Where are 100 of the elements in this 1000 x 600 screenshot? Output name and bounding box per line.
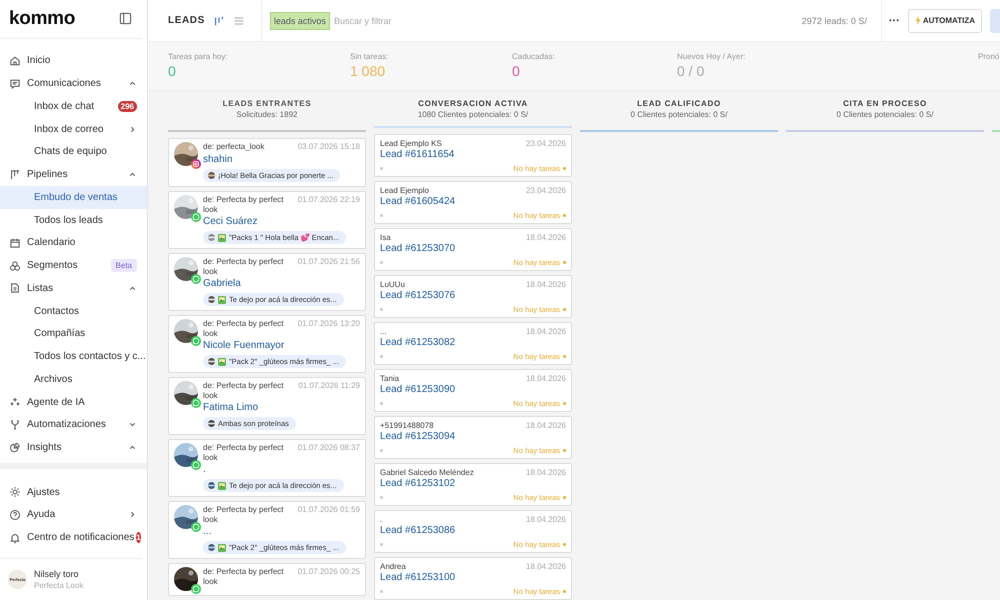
tag-dot-icon [380, 167, 383, 170]
lead-link[interactable]: Lead #61253090 [380, 384, 566, 396]
contact-name: Andrea [380, 562, 406, 572]
contact-name: +51991488078 [380, 421, 434, 430]
stat-value: 0 [168, 63, 177, 79]
status-dot-icon [563, 214, 566, 217]
nav-item[interactable]: Ajustes [0, 480, 147, 504]
card-date: 18.04.2026 [526, 374, 566, 384]
card-date: 03.07.2026 15:18 [298, 142, 360, 152]
column-summary: Solicitudes: 1892 [236, 110, 298, 119]
contact-name-link[interactable]: . [203, 464, 360, 476]
document-icon [9, 282, 21, 294]
help-icon [9, 508, 21, 521]
whatsapp-icon [191, 336, 201, 346]
contact-name: Isa [380, 233, 391, 242]
count-badge: 1 [136, 532, 141, 544]
lead-link[interactable]: Lead #61253082 [380, 337, 566, 349]
nav-item[interactable]: Chats de equipo [0, 140, 147, 164]
nav-item[interactable]: Contactos [0, 300, 147, 323]
nav-item[interactable]: Inicio [0, 50, 147, 72]
status-dot-icon [563, 355, 566, 358]
lead-link[interactable]: Lead #61611654 [380, 149, 566, 161]
whatsapp-icon [191, 460, 201, 470]
nav-item[interactable]: Inbox de chat 296 [0, 95, 147, 118]
lightning-icon [914, 16, 921, 25]
status-dot-icon [563, 261, 566, 264]
nav-item[interactable]: Pipelines [0, 163, 147, 186]
calendar-icon [9, 236, 21, 249]
contact-name: Lead Ejemplo [380, 186, 429, 196]
bell-icon [9, 532, 21, 544]
nav-item[interactable]: Inbox de correo [0, 118, 147, 141]
contact-name: ... [380, 327, 387, 336]
chevron-icon[interactable] [128, 510, 137, 520]
thumbnail-icon [208, 296, 215, 303]
lead-link[interactable]: Lead #61253094 [380, 431, 566, 443]
card-date: 18.04.2026 [526, 280, 566, 290]
card-date: 01.07.2026 22:19 [298, 195, 360, 205]
lead-card[interactable]: de: Perfecta by perfect look 01.07.2026 00:25 [168, 563, 366, 596]
stat-value: 1 080 [350, 63, 386, 79]
contact-name-link[interactable]: Nicole Fuenmayor [203, 340, 360, 352]
nav-item[interactable]: Embudo de ventas [0, 186, 147, 209]
nav-item[interactable]: Listas [0, 277, 147, 300]
stat-label: Tareas para hoy: [168, 52, 228, 61]
contact-name-link[interactable]: Gabriela [203, 278, 360, 290]
search-field[interactable]: Buscar y filtrar [334, 16, 454, 26]
stat-value: 0 [512, 63, 521, 79]
column-summary: 1080 Clientes potenciales: 0 S/ [418, 110, 528, 119]
nav-item[interactable]: Calendario [0, 232, 147, 254]
filter-chip[interactable]: leads activos [270, 12, 330, 30]
tag-dot-icon [380, 543, 383, 546]
status-dot-icon [563, 449, 566, 452]
nav-item[interactable]: Insights [0, 436, 147, 460]
tag-dot-icon [380, 214, 383, 217]
nav-item[interactable]: Agente de IA [0, 390, 147, 414]
card-date: 18.04.2026 [526, 421, 566, 431]
stat-label: Pronó [978, 52, 1000, 61]
tag-dot-icon [380, 590, 383, 593]
contact-name-link[interactable]: Ceci Suárez [203, 216, 360, 228]
board-icon [9, 168, 21, 181]
contact-name-link[interactable]: shahin [203, 154, 360, 166]
contact-name: Lead Ejemplo KS [380, 139, 442, 148]
card-date: 18.04.2026 [526, 468, 566, 478]
column-summary: 0 Clientes potenciales: 0 S/ [630, 110, 728, 119]
stat-label: Nuevos Hoy / Ayer: [677, 52, 746, 61]
automate-button[interactable]: AUTOMATIZA [908, 8, 982, 32]
nav-item[interactable]: Centro de notificaciones 1 [0, 526, 147, 549]
contact-name-link[interactable]: ... [203, 526, 360, 538]
lead-link[interactable]: Lead #61253070 [380, 243, 566, 255]
lead-link[interactable]: Lead #61253076 [380, 290, 566, 302]
whatsapp-icon [191, 584, 201, 594]
nav-item[interactable]: Compañías [0, 322, 147, 346]
more-button[interactable]: ··· [888, 14, 900, 26]
nav-item[interactable]: Archivos [0, 368, 147, 391]
column-title: CONVERSACION ACTIVA [418, 99, 528, 108]
card-date: 18.04.2026 [526, 233, 566, 243]
nav-item[interactable]: Ayuda [0, 504, 147, 526]
stat-value: 0 / 0 [677, 63, 706, 79]
card-date: 01.07.2026 01:59 [298, 505, 360, 515]
card-date: 01.07.2026 21:56 [298, 257, 360, 267]
lead-link[interactable]: Lead #61253102 [380, 478, 566, 490]
nav-item[interactable]: Comunicaciones [0, 72, 147, 96]
card-date: 18.04.2026 [526, 562, 566, 572]
lead-link[interactable]: Lead #61253086 [380, 525, 566, 537]
pie-chart-icon [9, 442, 21, 454]
sender-text: de: Perfecta by perfect look [203, 195, 284, 214]
status-dot-icon [563, 590, 566, 593]
contact-name-link[interactable]: Fatima Limo [203, 402, 360, 414]
tag-dot-icon [380, 355, 383, 358]
sender-text: de: Perfecta by perfect look [203, 505, 284, 524]
sidebar-toggle-icon[interactable] [119, 12, 132, 26]
instagram-icon [191, 159, 201, 169]
nav-item[interactable]: Todos los leads [0, 208, 147, 232]
chevron-icon[interactable] [128, 124, 137, 134]
status-dot-icon [563, 543, 566, 546]
columns-view-icon[interactable] [212, 14, 225, 26]
nav-item[interactable]: Automatizaciones [0, 414, 147, 436]
nav-item[interactable]: Segmentos Beta [0, 254, 147, 278]
lead-link[interactable]: Lead #61605424 [380, 196, 566, 208]
nav-item[interactable]: Todos los contactos y c... [0, 345, 147, 368]
lead-link[interactable]: Lead #61253100 [380, 572, 566, 584]
